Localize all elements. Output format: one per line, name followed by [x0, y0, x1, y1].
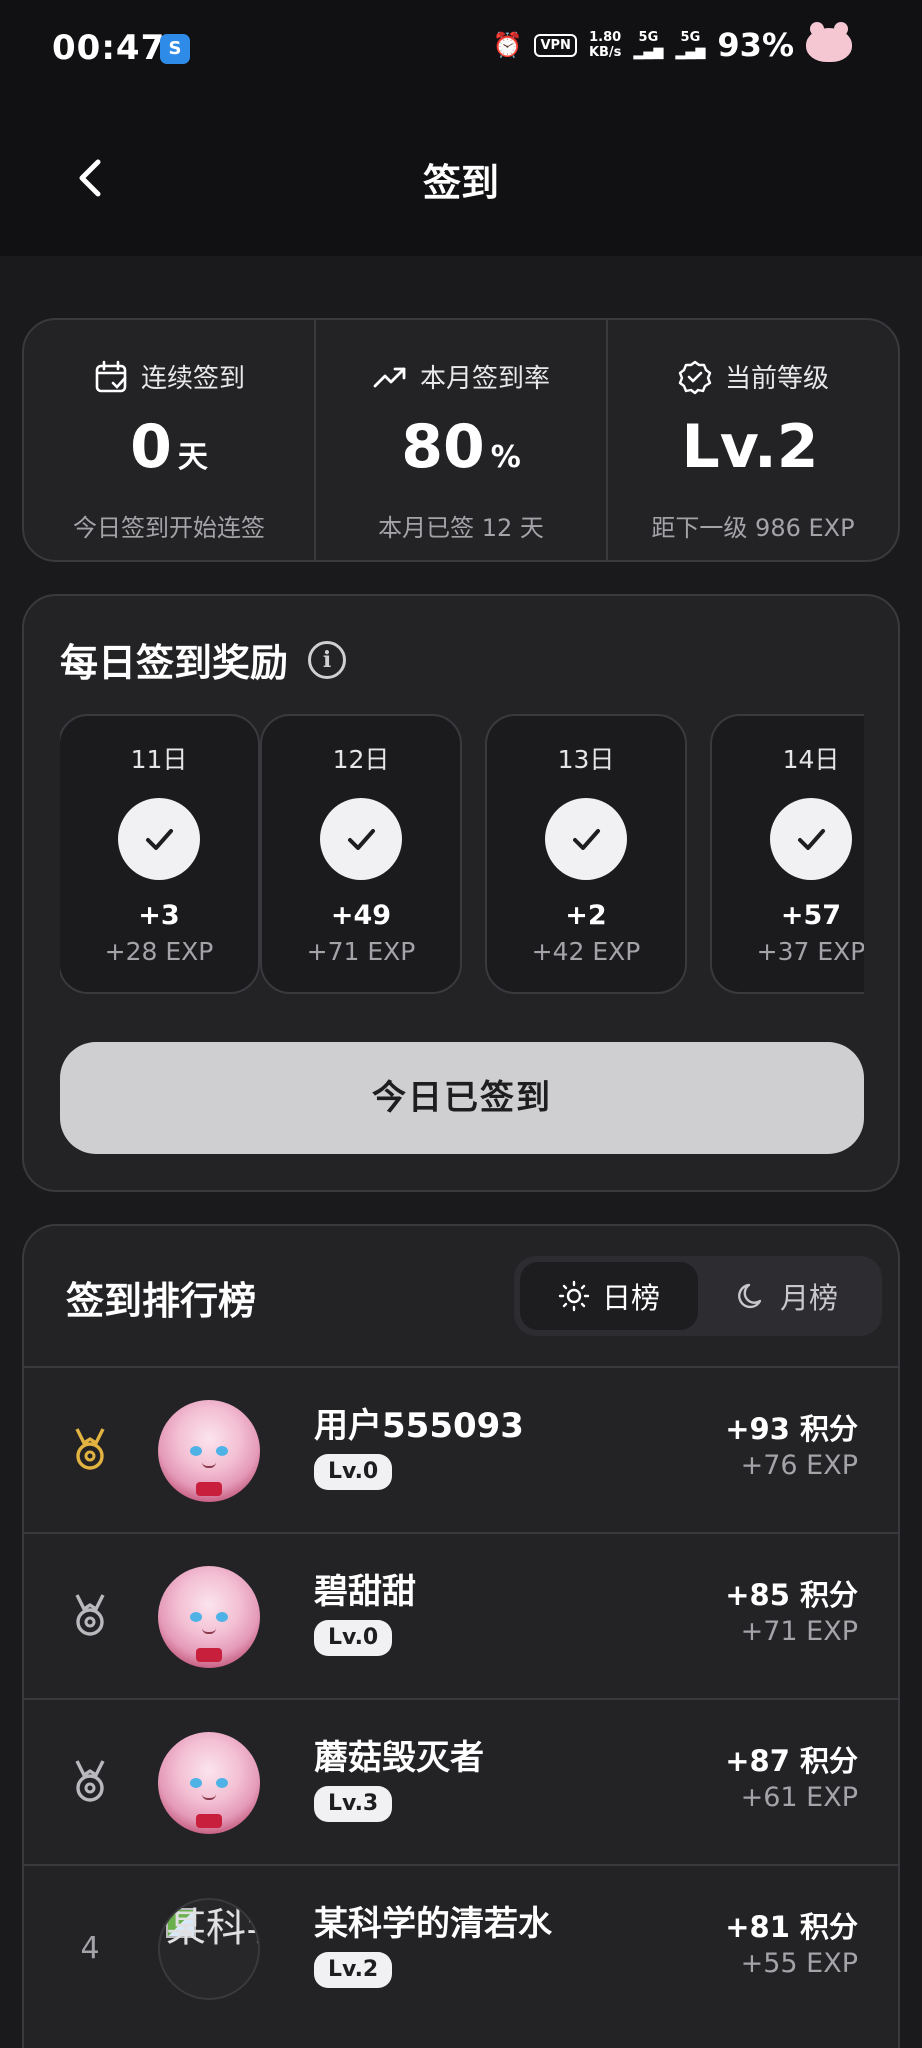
check-icon	[118, 798, 200, 880]
rewards-title: 每日签到奖励	[60, 641, 289, 685]
stat-unit: %	[490, 440, 521, 475]
moon-icon	[738, 1283, 762, 1309]
nav-bar: 签到	[0, 100, 922, 256]
day-points: +3	[138, 900, 180, 931]
ranking-row[interactable]: 蘑菇毁灭者 Lv.3 +87 积分 +61 EXP	[24, 1698, 898, 1864]
user-name: 碧甜甜	[314, 1572, 416, 1612]
status-time: 00:47	[52, 28, 166, 68]
user-exp: +71 EXP	[740, 1616, 858, 1647]
day-exp: +37 EXP	[756, 937, 864, 966]
day-points: +49	[330, 900, 392, 931]
day-label: 14日	[782, 745, 840, 774]
day-points: +57	[780, 900, 842, 931]
tab-monthly[interactable]: 月榜	[698, 1262, 876, 1330]
stat-unit: 天	[177, 440, 208, 475]
page-title: 签到	[422, 161, 499, 205]
stat-value: Lv.2	[681, 412, 819, 482]
user-exp: +76 EXP	[740, 1450, 858, 1481]
user-points: +81 积分	[725, 1910, 858, 1944]
silver-medal-icon	[60, 1584, 120, 1648]
badge-check-icon	[678, 360, 712, 394]
stat-subtext: 距下一级 986 EXP	[651, 514, 855, 542]
ranking-row[interactable]: 用户555093 Lv.0 +93 积分 +76 EXP	[24, 1366, 898, 1532]
stat-streak: 连续签到 0天 今日签到开始连签	[24, 320, 314, 560]
ranking-tabs: 日榜 月榜	[514, 1256, 882, 1336]
avatar: 某科学	[158, 1898, 260, 2000]
stats-card: 连续签到 0天 今日签到开始连签 本月签到率 80% 本月已签 12 天 当前等…	[22, 318, 900, 562]
days-carousel[interactable]: 11日 +3 +28 EXP 12日 +49 +71 EXP 13日 +2 +4…	[60, 714, 864, 996]
pig-avatar-icon	[806, 22, 852, 62]
stat-monthly-rate: 本月签到率 80% 本月已签 12 天	[314, 320, 606, 560]
ranking-card: 签到排行榜 日榜 月榜 用户555093 Lv.0 +93 积分 +76 EXP…	[22, 1224, 900, 2048]
stat-label: 当前等级	[724, 364, 829, 394]
avatar	[158, 1566, 260, 1668]
tab-daily[interactable]: 日榜	[520, 1262, 698, 1330]
stat-label: 连续签到	[140, 364, 245, 394]
user-name: 用户555093	[314, 1406, 524, 1446]
stat-subtext: 本月已签 12 天	[378, 514, 544, 542]
tab-label: 日榜	[601, 1281, 660, 1315]
sim1-signal-icon: 5G ▂▄▆	[633, 30, 664, 60]
user-name: 某科学的清若水	[314, 1904, 552, 1944]
stat-subtext: 今日签到开始连签	[73, 514, 265, 542]
avatar	[158, 1732, 260, 1834]
user-points: +93 积分	[725, 1412, 858, 1446]
user-points: +87 积分	[725, 1744, 858, 1778]
tab-label: 月榜	[779, 1281, 838, 1315]
stat-value: 80	[401, 412, 485, 482]
trending-up-icon	[373, 367, 406, 387]
user-points: +85 积分	[725, 1578, 858, 1612]
vpn-icon: VPN	[534, 33, 577, 57]
day-exp: +71 EXP	[306, 937, 416, 966]
signed-in-button[interactable]: 今日已签到	[60, 1042, 864, 1154]
ranking-list: 用户555093 Lv.0 +93 积分 +76 EXP 碧甜甜 Lv.0 +8…	[24, 1366, 898, 2030]
level-badge: Lv.3	[314, 1786, 393, 1822]
info-icon[interactable]: i	[308, 640, 347, 679]
day-card[interactable]: 13日 +2 +42 EXP	[485, 714, 687, 994]
avatar	[158, 1400, 260, 1502]
day-exp: +42 EXP	[531, 937, 641, 966]
avatar-alt-text: 某科学	[166, 1905, 258, 1951]
ranking-title: 签到排行榜	[66, 1279, 257, 1323]
sim2-signal-icon: 5G ▂▄▆	[675, 30, 706, 60]
day-card[interactable]: 11日 +3 +28 EXP	[60, 714, 260, 994]
stat-value: 0	[130, 412, 172, 482]
rank-number: 4	[80, 1930, 100, 1966]
alarm-icon: ⏰	[492, 31, 523, 59]
check-icon	[320, 798, 402, 880]
check-icon	[545, 798, 627, 880]
daily-rewards-card: 每日签到奖励 i 11日 +3 +28 EXP 12日 +49 +71 EXP …	[22, 594, 900, 1192]
check-icon	[770, 798, 852, 880]
user-name: 蘑菇毁灭者	[314, 1738, 484, 1778]
status-bar: 00:47 S ⏰ VPN 1.80 KB/s 5G ▂▄▆ 5G ▂▄▆ 93%	[0, 0, 922, 100]
day-label: 13日	[557, 745, 615, 774]
day-card[interactable]: 12日 +49 +71 EXP	[260, 714, 462, 994]
user-exp: +55 EXP	[740, 1948, 858, 1979]
ranking-row[interactable]: 碧甜甜 Lv.0 +85 积分 +71 EXP	[24, 1532, 898, 1698]
ranking-row[interactable]: 4 某科学 某科学的清若水 Lv.2 +81 积分 +55 EXP	[24, 1864, 898, 2030]
stat-level: 当前等级 Lv.2 距下一级 986 EXP	[606, 320, 898, 560]
level-badge: Lv.0	[314, 1454, 393, 1490]
gold-medal-icon	[60, 1418, 120, 1482]
day-label: 12日	[332, 745, 390, 774]
day-label: 11日	[130, 745, 188, 774]
net-speed: 1.80 KB/s	[588, 30, 622, 60]
stat-label: 本月签到率	[419, 364, 550, 394]
app-notification-icon: S	[160, 34, 190, 64]
sun-icon	[558, 1280, 590, 1312]
level-badge: Lv.2	[314, 1952, 393, 1988]
bronze-medal-icon	[60, 1750, 120, 1814]
day-exp: +28 EXP	[104, 937, 214, 966]
level-badge: Lv.0	[314, 1620, 393, 1656]
day-points: +2	[565, 900, 607, 931]
calendar-check-icon	[95, 360, 127, 392]
battery-level: 93%	[717, 26, 794, 64]
day-card[interactable]: 14日 +57 +37 EXP	[710, 714, 864, 994]
user-exp: +61 EXP	[740, 1782, 858, 1813]
